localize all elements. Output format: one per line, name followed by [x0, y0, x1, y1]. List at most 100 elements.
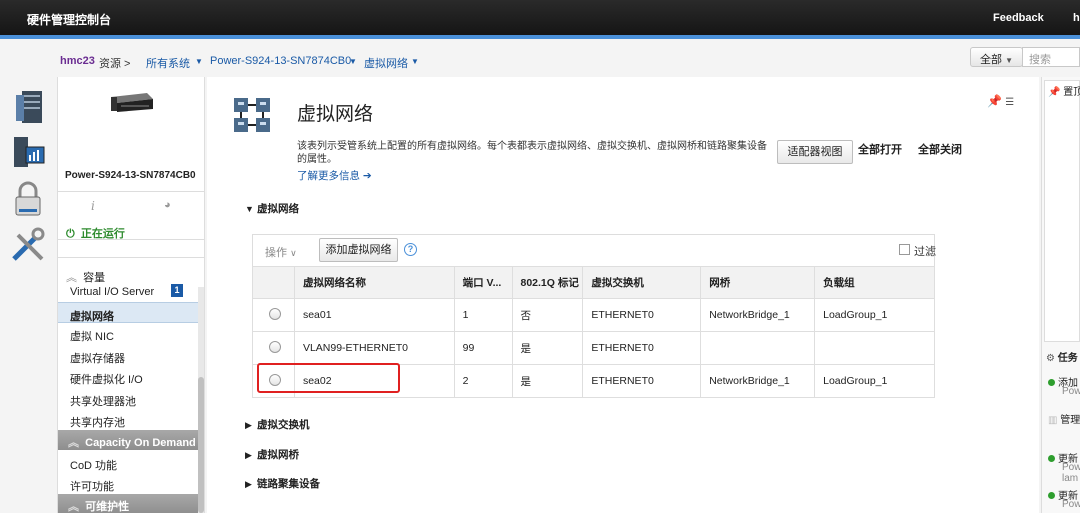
cell-port-vlan: 99 [453, 331, 513, 365]
cell-port-vlan: 1 [453, 298, 513, 332]
table-row[interactable]: sea01 1 否 ETHERNET0 NetworkBridge_1 Load… [252, 298, 935, 332]
nav-section-cod[interactable]: ︽ Capacity On Demand [58, 430, 198, 450]
chevron-up-icon: ︽ [68, 501, 79, 513]
lock-icon[interactable] [8, 179, 48, 219]
search-scope-label: 全部 [980, 54, 1002, 66]
feedback-link[interactable]: Feedback [993, 12, 1044, 24]
learn-more-link[interactable]: 了解更多信息 ➔ [297, 168, 372, 183]
monitor-chart-icon[interactable] [8, 133, 48, 173]
tools-icon[interactable] [8, 225, 48, 265]
help-menu[interactable]: h [1073, 12, 1080, 24]
filter-checkbox[interactable] [899, 244, 910, 255]
breadcrumb-system[interactable]: Power-S924-13-SN7874CB0 [210, 55, 351, 67]
nav-item-hw-virtual-io[interactable]: 硬件虚拟化 I/O [58, 366, 198, 387]
info-icon[interactable]: i [91, 199, 95, 213]
row-radio[interactable] [269, 340, 281, 353]
row-radio[interactable] [269, 307, 281, 320]
pin-icon[interactable]: 📌 ☰ [987, 94, 1014, 108]
expand-triangle-icon: ▶ [245, 479, 252, 489]
task-title: 管理 [1060, 415, 1080, 426]
search-scope-dropdown[interactable]: 全部 ▼ [970, 47, 1023, 67]
task-item-manage[interactable]: ▥ 管理 [1048, 411, 1080, 426]
breadcrumb-host[interactable]: hmc23 [60, 55, 95, 67]
section-label: 虚拟网络 [257, 203, 299, 215]
nav-scrollbar-thumb[interactable] [198, 377, 204, 513]
nav-item-shared-memory-pool[interactable]: 共享内存池 [58, 409, 198, 430]
cell-bridge: NetworkBridge_1 [700, 364, 816, 398]
divider [58, 239, 204, 240]
search-input[interactable]: 搜索 [1022, 47, 1080, 67]
chevron-down-icon: ▼ [1005, 56, 1013, 65]
chevron-down-icon[interactable]: ▼ [411, 57, 419, 66]
success-icon [1048, 455, 1055, 462]
page-title: 虚拟网络 [297, 104, 374, 125]
serviceability-label: 可维护性 [85, 501, 130, 513]
breadcrumb-resources[interactable]: 资源 > [99, 55, 130, 71]
adapter-view-button[interactable]: 适配器视图 [777, 140, 853, 164]
nav-item-virtual-nic[interactable]: 虚拟 NIC [58, 323, 198, 344]
cell-load-group [814, 331, 935, 365]
cell-8021q: 是 [511, 364, 584, 398]
help-icon[interactable]: ? [404, 243, 417, 256]
server-image [111, 93, 153, 112]
expand-triangle-icon: ▶ [245, 420, 252, 430]
cell-load-group: LoadGroup_1 [814, 298, 935, 332]
chevron-down-icon[interactable]: ▼ [349, 57, 357, 66]
cell-8021q: 是 [511, 331, 584, 365]
section-label: 虚拟交换机 [257, 419, 310, 431]
system-nav-panel: Power-S924-13-SN7874CB0 i ◕ ⏻ 正在运行 ︽ 容量 … [57, 77, 205, 513]
gear-icon: ⚙ [1046, 353, 1055, 364]
server-name: Power-S924-13-SN7874CB0 [65, 170, 196, 181]
column-header-vswitch[interactable]: 虚拟交换机 [582, 266, 702, 299]
chevron-down-icon: ∨ [290, 248, 297, 258]
expand-all-link[interactable]: 全部打开 [858, 141, 902, 157]
cell-8021q: 否 [511, 298, 584, 332]
nav-item-cod-functions[interactable]: CoD 功能 [58, 452, 198, 473]
nav-item-virtual-storage[interactable]: 虚拟存储器 [58, 345, 198, 366]
pinned-panel [1044, 80, 1080, 342]
nav-item-virtual-network[interactable]: 虚拟网络 [58, 302, 198, 323]
tasks-label: 任务 [1057, 353, 1078, 364]
filter-label: 过滤 [914, 246, 936, 258]
add-virtual-network-button[interactable]: 添加虚拟网络 [319, 238, 398, 262]
column-header-8021q[interactable]: 802.1Q 标记 [511, 266, 584, 299]
pinned-header[interactable]: 📌 置顶 [1048, 83, 1080, 98]
column-header-bridge[interactable]: 网桥 [700, 266, 816, 299]
nav-item-shared-processor-pool[interactable]: 共享处理器池 [58, 388, 198, 409]
cell-load-group: LoadGroup_1 [814, 364, 935, 398]
actions-label: 操作 [265, 247, 287, 259]
tasks-header[interactable]: ⚙ 任务 [1046, 349, 1078, 364]
column-header-name[interactable]: 虚拟网络名称 [293, 266, 455, 299]
section-virtual-networks[interactable]: ▼ 虚拟网络 [245, 201, 299, 216]
breadcrumb-all-systems[interactable]: 所有系统 [146, 55, 190, 71]
cell-vswitch: ETHERNET0 [582, 298, 702, 332]
section-virtual-switches[interactable]: ▶ 虚拟交换机 [245, 417, 310, 432]
column-header-load-group[interactable]: 负载组 [814, 266, 935, 299]
section-link-aggregation[interactable]: ▶ 链路聚集设备 [245, 476, 320, 491]
section-virtual-bridges[interactable]: ▶ 虚拟网桥 [245, 447, 299, 462]
breadcrumb-current[interactable]: 虚拟网络 [364, 55, 408, 71]
left-rail [0, 77, 57, 513]
pie-chart-icon[interactable]: ◕ [164, 199, 171, 211]
server-tower-icon[interactable] [8, 87, 48, 127]
success-icon [1048, 379, 1055, 386]
column-header-select [252, 266, 295, 299]
vios-count-badge: 1 [171, 284, 183, 297]
expand-triangle-icon: ▶ [245, 450, 252, 460]
task-subtitle: Pow [1062, 386, 1080, 397]
column-header-port-vlan[interactable]: 端口 V... [453, 266, 513, 299]
actions-dropdown[interactable]: 操作 ∨ [265, 244, 297, 260]
cell-vswitch: ETHERNET0 [582, 331, 702, 365]
cell-vswitch: ETHERNET0 [582, 364, 702, 398]
main-content: 虚拟网络 📌 ☰ 该表列示受管系统上配置的所有虚拟网络。每个表都表示虚拟网络、虚… [207, 77, 1039, 513]
nav-icon-row: i ◕ [58, 195, 204, 217]
app-title: 硬件管理控制台 [27, 13, 112, 27]
collapse-all-link[interactable]: 全部关闭 [918, 141, 962, 157]
nav-section-serviceability[interactable]: ︽ 可维护性 [58, 494, 198, 513]
nav-item-licensed-functions[interactable]: 许可功能 [58, 473, 198, 494]
menu-icon[interactable]: ☰ [1005, 97, 1014, 108]
virtual-network-icon [234, 98, 270, 132]
chevron-down-icon[interactable]: ▼ [195, 57, 203, 66]
table-row[interactable]: VLAN99-ETHERNET0 99 是 ETHERNET0 [252, 331, 935, 365]
collapse-triangle-icon: ▼ [245, 204, 254, 214]
